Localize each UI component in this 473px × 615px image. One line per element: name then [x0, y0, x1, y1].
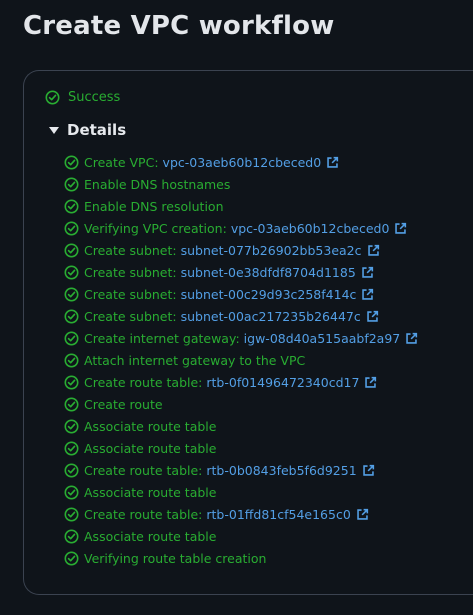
- step-item: Enable DNS hostnames: [64, 173, 418, 195]
- external-link-icon[interactable]: [364, 376, 377, 389]
- step-label: Associate route table: [84, 484, 217, 500]
- resource-link[interactable]: subnet-0e38dfdf8704d1185: [181, 265, 356, 280]
- step-item: Create route table: rtb-0b0843feb5f6d9251: [64, 459, 418, 481]
- external-link-icon[interactable]: [326, 156, 339, 169]
- check-circle-icon: [64, 529, 79, 543]
- step-item: Create route: [64, 393, 418, 415]
- step-item: Associate route table: [64, 525, 418, 547]
- external-link-icon[interactable]: [361, 288, 374, 301]
- step-label: Create route: [84, 396, 163, 412]
- step-item: Associate route table: [64, 437, 418, 459]
- check-circle-icon: [64, 375, 79, 389]
- check-circle-icon: [64, 243, 79, 257]
- step-label: Create subnet:: [84, 264, 177, 280]
- external-link-icon[interactable]: [366, 310, 379, 323]
- resource-link[interactable]: vpc-03aeb60b12cbeced0: [231, 221, 390, 236]
- check-circle-icon: [64, 287, 79, 301]
- resource-link[interactable]: rtb-01ffd81cf54e165c0: [206, 507, 350, 522]
- step-label: Enable DNS resolution: [84, 198, 224, 214]
- check-circle-icon: [64, 463, 79, 477]
- step-label: Associate route table: [84, 418, 217, 434]
- step-item: Attach internet gateway to the VPC: [64, 349, 418, 371]
- step-label: Create VPC:: [84, 154, 159, 170]
- step-item: Create internet gateway: igw-08d40a515aab…: [64, 327, 418, 349]
- step-item: Create subnet: subnet-00c29d93c258f414c: [64, 283, 418, 305]
- step-list: Create VPC: vpc-03aeb60b12cbeced0 Enable D…: [64, 151, 418, 569]
- check-circle-icon: [64, 331, 79, 345]
- check-circle-icon: [64, 419, 79, 433]
- step-item: Create route table: rtb-0f01496472340cd17: [64, 371, 418, 393]
- resource-link[interactable]: rtb-0b0843feb5f6d9251: [206, 463, 356, 478]
- page-title: Create VPC workflow: [23, 11, 335, 41]
- resource-link[interactable]: rtb-0f01496472340cd17: [206, 375, 359, 390]
- step-label: Verifying VPC creation:: [84, 220, 227, 236]
- step-item: Associate route table: [64, 415, 418, 437]
- step-label: Associate route table: [84, 528, 217, 544]
- step-item: Create subnet: subnet-0e38dfdf8704d1185: [64, 261, 418, 283]
- step-item: Verifying VPC creation: vpc-03aeb60b12cbe…: [64, 217, 418, 239]
- external-link-icon[interactable]: [367, 244, 380, 257]
- resource-link[interactable]: subnet-00ac217235b26447c: [181, 309, 361, 324]
- step-label: Attach internet gateway to the VPC: [84, 352, 306, 368]
- external-link-icon[interactable]: [405, 332, 418, 345]
- step-label: Create internet gateway:: [84, 330, 240, 346]
- external-link-icon[interactable]: [362, 464, 375, 477]
- resource-link[interactable]: subnet-00c29d93c258f414c: [181, 287, 357, 302]
- check-circle-icon: [64, 397, 79, 411]
- step-label: Create route table:: [84, 506, 203, 522]
- details-title: Details: [67, 121, 127, 139]
- check-circle-icon: [45, 90, 60, 105]
- details-toggle[interactable]: Details: [49, 121, 126, 139]
- check-circle-icon: [64, 177, 79, 191]
- check-circle-icon: [64, 441, 79, 455]
- check-circle-icon: [64, 309, 79, 323]
- status-indicator: Success: [45, 90, 120, 105]
- check-circle-icon: [64, 221, 79, 235]
- step-label: Enable DNS hostnames: [84, 176, 231, 192]
- step-label: Associate route table: [84, 440, 217, 456]
- step-item: Create subnet: subnet-077b26902bb53ea2c: [64, 239, 418, 261]
- step-label: Create route table:: [84, 374, 203, 390]
- external-link-icon[interactable]: [356, 508, 369, 521]
- step-label: Verifying route table creation: [84, 550, 267, 566]
- check-circle-icon: [64, 485, 79, 499]
- step-item: Associate route table: [64, 481, 418, 503]
- caret-down-icon: [49, 126, 59, 134]
- step-label: Create subnet:: [84, 286, 177, 302]
- external-link-icon[interactable]: [394, 222, 407, 235]
- check-circle-icon: [64, 155, 79, 169]
- step-item: Verifying route table creation: [64, 547, 418, 569]
- check-circle-icon: [64, 199, 79, 213]
- step-item: Create subnet: subnet-00ac217235b26447c: [64, 305, 418, 327]
- resource-link[interactable]: igw-08d40a515aabf2a97: [244, 331, 401, 346]
- step-item: Enable DNS resolution: [64, 195, 418, 217]
- step-item: Create VPC: vpc-03aeb60b12cbeced0: [64, 151, 418, 173]
- resource-link[interactable]: vpc-03aeb60b12cbeced0: [163, 155, 322, 170]
- step-label: Create subnet:: [84, 308, 177, 324]
- check-circle-icon: [64, 265, 79, 279]
- step-label: Create subnet:: [84, 242, 177, 258]
- step-label: Create route table:: [84, 462, 203, 478]
- step-item: Create route table: rtb-01ffd81cf54e165c0: [64, 503, 418, 525]
- workflow-panel: Success Details Create VPC: vpc-03aeb60b1…: [23, 70, 473, 595]
- status-text: Success: [68, 90, 121, 105]
- resource-link[interactable]: subnet-077b26902bb53ea2c: [181, 243, 362, 258]
- check-circle-icon: [64, 551, 79, 565]
- check-circle-icon: [64, 353, 79, 367]
- check-circle-icon: [64, 507, 79, 521]
- external-link-icon[interactable]: [361, 266, 374, 279]
